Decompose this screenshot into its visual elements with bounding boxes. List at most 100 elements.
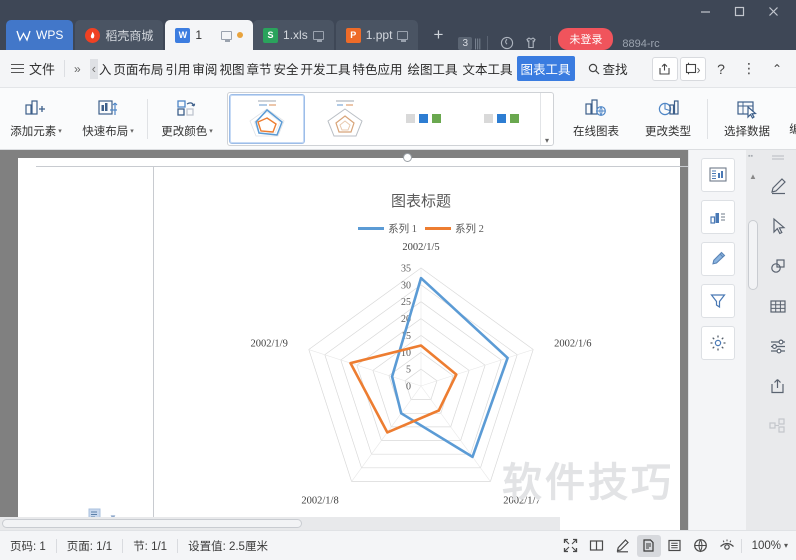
right-toolbar [760,150,796,530]
tab-document-1[interactable]: W 1 [165,20,254,50]
menu-item-chart-tools[interactable]: 图表工具 [516,56,575,81]
adjust-tool-button[interactable] [760,326,796,366]
scroll-up-arrow[interactable]: ▲ [749,172,757,181]
menu-item-featured-apps[interactable]: 特色应用 [352,56,404,81]
toolbar-handle[interactable] [760,150,796,166]
skin-icon[interactable] [524,36,538,50]
menu-scroll-left[interactable]: ‹ [89,58,98,79]
select-data-button[interactable]: 选择数据 [711,90,783,148]
file-menu-button[interactable]: 文件 [0,59,64,78]
legend-label: 系列 2 [455,224,484,235]
chart-tools-pane [688,150,746,530]
menu-item-references[interactable]: 引用 [164,56,191,81]
new-tab-button[interactable]: + [424,20,452,50]
chart-styles-button[interactable] [700,200,735,234]
table-tool-button[interactable] [760,286,796,326]
chart-filter-button[interactable] [700,284,735,318]
select-tool-button[interactable] [760,206,796,246]
menu-item-review[interactable]: 审阅 [191,56,218,81]
structure-tool-button[interactable] [760,406,796,446]
login-status-button[interactable]: 未登录 [558,28,614,50]
shapes-tool-button[interactable] [760,246,796,286]
maximize-button[interactable] [722,0,756,22]
chart-format-button[interactable] [700,242,735,276]
color-swatch[interactable] [405,114,415,123]
tab-document-xls[interactable]: S 1.xls [253,20,334,50]
backup-icon[interactable] [500,36,514,50]
menu-item-section[interactable]: 章节 [245,56,272,81]
screen-share-icon[interactable] [397,30,409,42]
help-button[interactable]: ? [708,57,734,81]
cursor-icon [773,217,786,235]
outline-icon [668,539,681,552]
vertical-scrollbar[interactable]: ▪▪ ▲ [746,150,760,530]
chart-rotate-handle[interactable] [403,153,412,162]
quick-layout-button[interactable]: 快速布局 ▾ [72,90,144,148]
share-button[interactable] [652,56,678,81]
tab-shop[interactable]: 稻壳商城 [75,20,164,50]
tab-count-badge: 3 [458,36,472,50]
web-view-button[interactable] [689,535,713,557]
collaborate-button[interactable] [680,56,706,81]
share-tool-button[interactable] [760,366,796,406]
legend-label: 系列 1 [388,224,417,235]
color-swatch[interactable] [418,114,428,123]
chart-style-option-2[interactable] [307,93,383,144]
menu-item-drawing-tools[interactable]: 绘图工具 [407,56,459,81]
chart-elements-button[interactable] [700,158,735,192]
chevron-down-icon: ▾ [130,128,134,135]
full-screen-view-button[interactable] [559,535,583,557]
status-setting-value: 设置值: 2.5厘米 [188,540,268,553]
document-page[interactable]: ▼ 图表标题 系列 1 系列 2 051015202530352002/1/5 [18,158,698,530]
close-button[interactable] [756,0,790,22]
ink-tool-button[interactable] [760,166,796,206]
chart-legend[interactable]: 系列 1 系列 2 [166,221,676,236]
color-swatch[interactable] [431,114,441,123]
menu-item-security[interactable]: 安全 [272,56,299,81]
tab-wps-home[interactable]: WPS [6,20,74,50]
add-element-button[interactable]: 添加元素 ▾ [0,90,72,148]
screen-share-icon[interactable] [221,30,233,42]
hscrollbar-thumb[interactable] [2,519,302,528]
collapse-ribbon-button[interactable]: ⌃ [764,57,790,81]
chart-style-option-1[interactable] [229,93,305,144]
more-options-button[interactable]: ⋮ [736,57,762,81]
color-swatch[interactable] [483,114,493,123]
edit-button[interactable]: 编 [783,90,796,148]
tab-list-button[interactable]: 3 ||| [458,36,481,50]
guide-vertical-left [153,166,154,530]
reading-view-button[interactable] [585,535,609,557]
change-type-button[interactable]: 更改类型 [632,90,704,148]
outline-view-button[interactable] [663,535,687,557]
page-view-button[interactable] [636,534,661,557]
chart-style-option-3[interactable] [385,93,461,144]
gallery-scroll-down[interactable]: ▾ [540,92,553,145]
color-swatch[interactable] [509,114,519,123]
change-color-button[interactable]: 更改颜色 ▾ [151,90,223,148]
eye-protection-button[interactable] [715,535,739,557]
scrollbar-thumb[interactable] [748,220,758,290]
online-chart-button[interactable]: 在线图表 [560,90,632,148]
menu-item-view[interactable]: 视图 [218,56,245,81]
screen-share-icon[interactable] [312,30,324,42]
legend-item-series-1[interactable]: 系列 1 [358,221,417,236]
zoom-control[interactable]: 100% ▾ [744,540,796,552]
color-swatch[interactable] [496,114,506,123]
menu-item-insert[interactable]: 入 [98,56,113,81]
chart-title[interactable]: 图表标题 [166,190,676,211]
chart-settings-button[interactable] [700,326,735,360]
find-button[interactable]: 查找 [588,59,628,78]
legend-item-series-2[interactable]: 系列 2 [425,221,484,236]
menu-item-developer[interactable]: 开发工具 [299,56,351,81]
menu-item-text-tools[interactable]: 文本工具 [462,56,514,81]
menu-overflow-icon[interactable]: » [65,62,90,76]
tab-document-ppt[interactable]: P 1.ppt [335,20,419,50]
minimize-button[interactable] [688,0,722,22]
edit-view-button[interactable] [611,535,635,557]
change-color-icon [177,100,196,116]
wps-logo-icon [16,28,31,43]
menu-item-page-layout[interactable]: 页面布局 [112,56,164,81]
tab-label: 稻壳商城 [105,28,154,43]
chart-style-option-4[interactable] [463,93,539,144]
horizontal-scrollbar[interactable] [0,517,560,530]
